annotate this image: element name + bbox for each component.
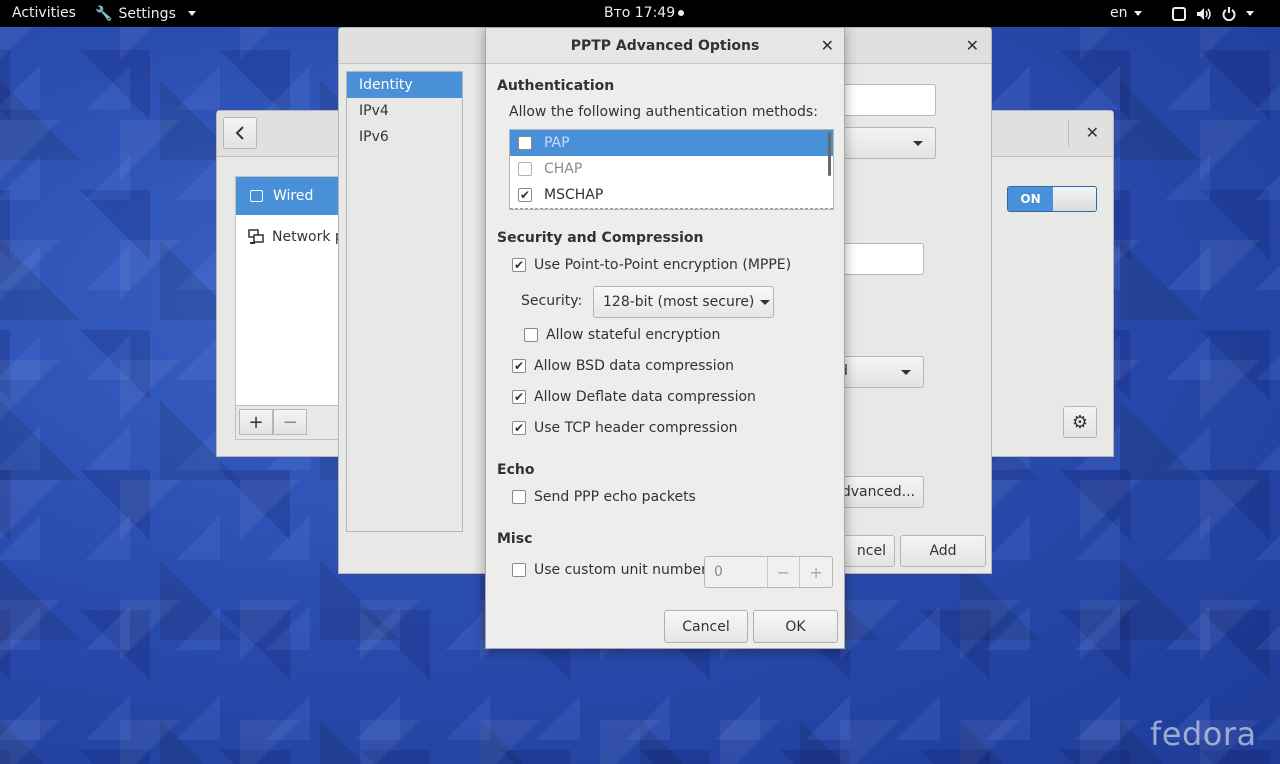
deflate-label: Allow Deflate data compression bbox=[534, 389, 756, 405]
network-proxy-icon bbox=[248, 229, 264, 244]
app-menu-label: Settings bbox=[118, 5, 176, 22]
bsd-label: Allow BSD data compression bbox=[534, 358, 735, 374]
device-label: Network p bbox=[272, 229, 344, 245]
clock[interactable]: Вто 17:49 bbox=[604, 0, 685, 27]
misc-heading: Misc bbox=[497, 531, 533, 547]
list-overflow-indicator bbox=[510, 207, 833, 209]
plus-icon: + bbox=[809, 562, 823, 582]
add-button[interactable]: Add bbox=[900, 535, 986, 567]
bsd-option[interactable]: Allow BSD data compression bbox=[512, 358, 734, 374]
pptp-advanced-dialog: PPTP Advanced Options ✕ Authentication A… bbox=[485, 27, 845, 649]
increment-button[interactable]: + bbox=[799, 557, 832, 587]
chevron-down-icon bbox=[760, 299, 771, 305]
app-menu[interactable]: 🔧 Settings bbox=[95, 0, 196, 27]
auth-method-label: CHAP bbox=[544, 161, 583, 177]
ok-button[interactable]: OK bbox=[753, 610, 838, 643]
cancel-button[interactable]: Cancel bbox=[664, 610, 748, 643]
close-icon[interactable]: ✕ bbox=[821, 28, 834, 64]
auth-method-pap[interactable]: PAP bbox=[510, 130, 833, 156]
wired-settings-button[interactable]: ⚙ bbox=[1063, 406, 1097, 438]
chap-checkbox[interactable] bbox=[518, 162, 532, 176]
list-scrollbar[interactable] bbox=[828, 132, 831, 176]
auth-method-label: MSCHAP bbox=[544, 187, 604, 203]
decrement-button[interactable]: − bbox=[766, 557, 800, 587]
chevron-down-icon bbox=[187, 11, 196, 16]
sidebar-item-ipv6[interactable]: IPv6 bbox=[347, 124, 462, 150]
activities-button[interactable]: Activities bbox=[12, 0, 76, 27]
sidebar-item-ipv4[interactable]: IPv4 bbox=[347, 98, 462, 124]
header-separator bbox=[1068, 119, 1069, 147]
mppe-checkbox[interactable] bbox=[512, 258, 526, 272]
screen-icon bbox=[1172, 6, 1186, 21]
stateful-checkbox[interactable] bbox=[524, 328, 538, 342]
echo-heading: Echo bbox=[497, 462, 535, 478]
unit-number-value[interactable]: 0 bbox=[705, 557, 767, 587]
switch-knob bbox=[1053, 187, 1096, 211]
deflate-checkbox[interactable] bbox=[512, 390, 526, 404]
close-icon[interactable]: ✕ bbox=[966, 36, 979, 55]
auth-method-label: PAP bbox=[544, 135, 570, 151]
vpn-sidebar: Identity IPv4 IPv6 bbox=[346, 71, 463, 532]
auth-method-chap[interactable]: CHAP bbox=[510, 156, 833, 182]
mppe-option[interactable]: Use Point-to-Point encryption (MPPE) bbox=[512, 257, 791, 273]
pap-checkbox[interactable] bbox=[518, 136, 532, 150]
sidebar-item-identity[interactable]: Identity bbox=[347, 72, 462, 98]
vpn-name-field[interactable] bbox=[829, 84, 936, 116]
device-label: Wired bbox=[273, 188, 314, 204]
ethernet-icon bbox=[250, 190, 263, 202]
clock-label: Вто 17:49 bbox=[604, 5, 676, 21]
stateful-label: Allow stateful encryption bbox=[546, 327, 721, 343]
volume-icon bbox=[1197, 7, 1211, 20]
language-selector[interactable]: en bbox=[1110, 0, 1142, 27]
chevron-left-icon bbox=[235, 126, 244, 140]
wired-power-switch[interactable]: ON bbox=[1007, 186, 1097, 212]
auth-methods-prompt: Allow the following authentication metho… bbox=[509, 104, 818, 120]
authentication-heading: Authentication bbox=[497, 78, 615, 94]
top-bar: Activities 🔧 Settings Вто 17:49 en bbox=[0, 0, 1280, 27]
tcp-checkbox[interactable] bbox=[512, 421, 526, 435]
system-menu[interactable] bbox=[1172, 0, 1254, 27]
deflate-option[interactable]: Allow Deflate data compression bbox=[512, 389, 756, 405]
security-combo-value: 128-bit (most secure) bbox=[603, 294, 755, 310]
echo-label: Send PPP echo packets bbox=[534, 489, 696, 505]
chevron-down-icon bbox=[1133, 10, 1142, 16]
tcp-label: Use TCP header compression bbox=[534, 420, 738, 436]
add-device-button[interactable]: + bbox=[239, 409, 273, 435]
power-icon bbox=[1222, 6, 1236, 21]
fedora-watermark: fedora bbox=[1150, 715, 1257, 753]
chevron-down-icon bbox=[913, 141, 923, 146]
unit-checkbox[interactable] bbox=[512, 563, 526, 577]
vpn-type-combo[interactable] bbox=[829, 127, 936, 159]
settings-tools-icon: 🔧 bbox=[95, 5, 113, 22]
back-button[interactable] bbox=[223, 117, 257, 149]
unit-option[interactable]: Use custom unit number: bbox=[512, 562, 711, 578]
dialog-title: PPTP Advanced Options bbox=[486, 28, 844, 64]
stateful-option[interactable]: Allow stateful encryption bbox=[524, 327, 720, 343]
security-label: Security: bbox=[521, 293, 583, 309]
minus-icon: − bbox=[776, 562, 791, 582]
security-heading: Security and Compression bbox=[497, 230, 704, 246]
unit-number-spinner[interactable]: 0 − + bbox=[704, 556, 833, 588]
mschap-checkbox[interactable] bbox=[518, 188, 532, 202]
remove-device-button[interactable]: − bbox=[273, 409, 307, 435]
mppe-label: Use Point-to-Point encryption (MPPE) bbox=[534, 257, 792, 273]
security-combo[interactable]: 128-bit (most secure) bbox=[593, 286, 774, 318]
bsd-checkbox[interactable] bbox=[512, 359, 526, 373]
language-label: en bbox=[1110, 5, 1128, 21]
echo-checkbox[interactable] bbox=[512, 490, 526, 504]
close-icon[interactable]: ✕ bbox=[1086, 123, 1099, 142]
tcp-option[interactable]: Use TCP header compression bbox=[512, 420, 738, 436]
auth-method-mschap[interactable]: MSCHAP bbox=[510, 182, 833, 208]
unit-label: Use custom unit number: bbox=[534, 562, 712, 578]
chevron-down-icon bbox=[1246, 11, 1254, 16]
auth-methods-list[interactable]: PAP CHAP MSCHAP bbox=[509, 129, 834, 210]
switch-on-label: ON bbox=[1008, 187, 1053, 211]
echo-option[interactable]: Send PPP echo packets bbox=[512, 489, 696, 505]
chevron-down-icon bbox=[901, 370, 911, 375]
notification-dot-icon bbox=[678, 10, 685, 16]
gear-icon: ⚙ bbox=[1071, 411, 1089, 433]
